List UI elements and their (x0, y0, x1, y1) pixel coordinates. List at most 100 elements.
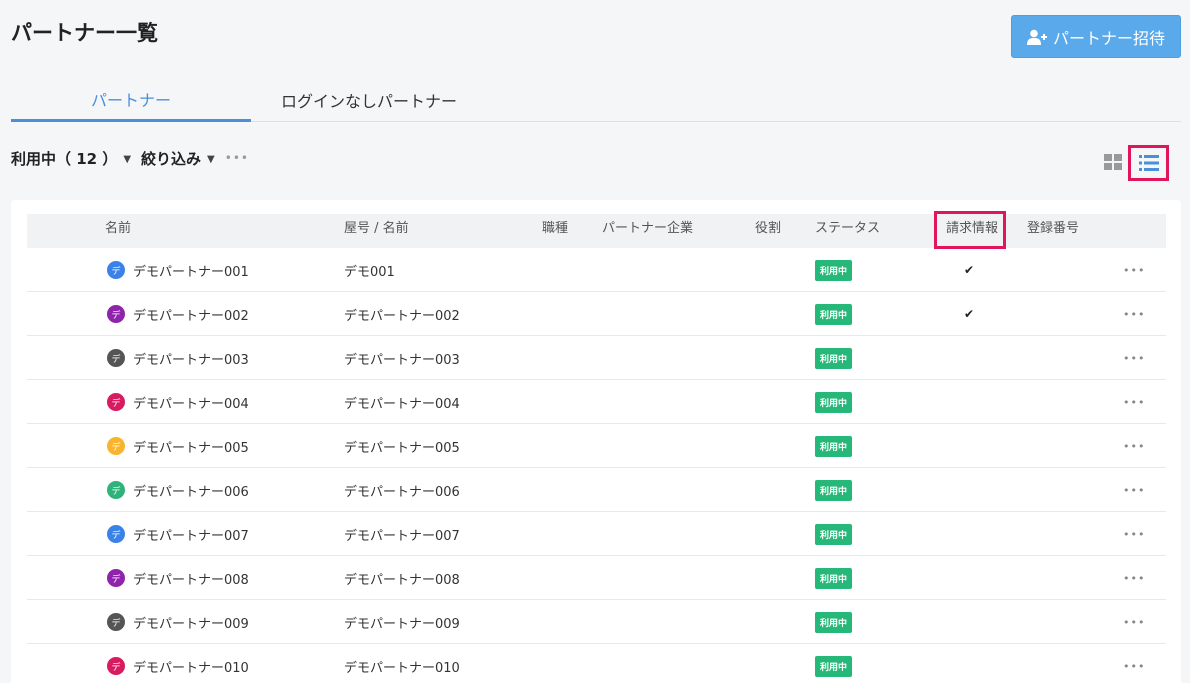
status-cell: 利用中 (815, 292, 853, 336)
more-icon[interactable]: ••• (225, 151, 249, 165)
name-cell: デ デモパートナー008 (107, 556, 249, 600)
trade-name-cell: デモパートナー004 (344, 396, 460, 412)
table-row[interactable]: デ デモパートナー002 デモパートナー002 利用中 ✔ ••• (27, 292, 1166, 336)
column-header-billing[interactable]: 請求情報 (946, 214, 998, 248)
name-cell: デ デモパートナー009 (107, 600, 249, 644)
status-cell: 利用中 (815, 468, 853, 512)
narrow-filter-dropdown[interactable]: 絞り込み ▼ (141, 148, 215, 169)
trade-name-cell: デモパートナー008 (344, 572, 460, 588)
chevron-down-icon: ▼ (123, 153, 132, 165)
row-more-icon[interactable]: ••• (1123, 248, 1145, 292)
table-row[interactable]: デ デモパートナー003 デモパートナー003 利用中 ••• (27, 336, 1166, 380)
avatar: デ (107, 393, 125, 411)
name-cell: デ デモパートナー001 (107, 248, 249, 292)
avatar: デ (107, 569, 125, 587)
column-header-occupation[interactable]: 職種 (542, 214, 568, 248)
filter-bar: 利用中（ 12 ） ▼ 絞り込み ▼ ••• (11, 147, 249, 169)
tab-no-login-partner[interactable]: ログインなしパートナー (258, 78, 480, 122)
status-cell: 利用中 (815, 556, 853, 600)
name-cell: デ デモパートナー003 (107, 336, 249, 380)
status-cell: 利用中 (815, 600, 853, 644)
grid-view-icon[interactable] (1104, 154, 1122, 170)
column-header-trade-name[interactable]: 屋号 / 名前 (344, 214, 409, 248)
table-row[interactable]: デ デモパートナー004 デモパートナー004 利用中 ••• (27, 380, 1166, 424)
trade-name-cell: デモパートナー010 (344, 660, 460, 676)
partner-name[interactable]: デモパートナー005 (133, 437, 249, 456)
trade-name-cell: デモパートナー006 (344, 484, 460, 500)
chevron-down-icon: ▼ (207, 153, 215, 165)
table-header: 名前 屋号 / 名前 職種 パートナー企業 役割 ステータス 請求情報 登録番号 (27, 214, 1166, 248)
row-more-icon[interactable]: ••• (1123, 644, 1145, 683)
status-badge: 利用中 (815, 479, 853, 501)
row-more-icon[interactable]: ••• (1123, 424, 1145, 468)
tab-partner[interactable]: パートナー (11, 78, 251, 122)
status-filter-label: 利用中（ 12 ） (11, 149, 118, 168)
column-header-status[interactable]: ステータス (815, 214, 880, 248)
table-row[interactable]: デ デモパートナー005 デモパートナー005 利用中 ••• (27, 424, 1166, 468)
partner-name[interactable]: デモパートナー009 (133, 613, 249, 632)
row-more-icon[interactable]: ••• (1123, 556, 1145, 600)
status-cell: 利用中 (815, 248, 853, 292)
billing-check-icon: ✔ (964, 307, 975, 321)
status-badge: 利用中 (815, 435, 853, 457)
name-cell: デ デモパートナー006 (107, 468, 249, 512)
table-row[interactable]: デ デモパートナー007 デモパートナー007 利用中 ••• (27, 512, 1166, 556)
status-badge: 利用中 (815, 523, 853, 545)
status-badge: 利用中 (815, 347, 853, 369)
column-header-name[interactable]: 名前 (105, 214, 131, 248)
status-badge: 利用中 (815, 611, 853, 633)
add-user-icon (1026, 29, 1047, 45)
column-header-role[interactable]: 役割 (755, 214, 781, 248)
name-cell: デ デモパートナー002 (107, 292, 249, 336)
list-view-button[interactable] (1128, 145, 1169, 181)
row-more-icon[interactable]: ••• (1123, 512, 1145, 556)
table-row[interactable]: デ デモパートナー009 デモパートナー009 利用中 ••• (27, 600, 1166, 644)
avatar: デ (107, 437, 125, 455)
status-filter-dropdown[interactable]: 利用中（ 12 ） ▼ (11, 148, 131, 169)
status-cell: 利用中 (815, 380, 853, 424)
table-row[interactable]: デ デモパートナー010 デモパートナー010 利用中 ••• (27, 644, 1166, 683)
invite-partner-button[interactable]: パートナー招待 (1011, 15, 1181, 58)
partner-name[interactable]: デモパートナー008 (133, 569, 249, 588)
billing-check-icon: ✔ (964, 263, 975, 277)
trade-name-cell: デモパートナー002 (344, 308, 460, 324)
status-cell: 利用中 (815, 424, 853, 468)
row-more-icon[interactable]: ••• (1123, 336, 1145, 380)
row-more-icon[interactable]: ••• (1123, 468, 1145, 512)
column-header-registration-number[interactable]: 登録番号 (1027, 214, 1079, 248)
status-badge: 利用中 (815, 655, 853, 677)
list-view-icon (1138, 155, 1159, 171)
avatar: デ (107, 525, 125, 543)
partner-name[interactable]: デモパートナー003 (133, 349, 249, 368)
status-cell: 利用中 (815, 336, 853, 380)
row-more-icon[interactable]: ••• (1123, 600, 1145, 644)
row-more-icon[interactable]: ••• (1123, 292, 1145, 336)
row-more-icon[interactable]: ••• (1123, 380, 1145, 424)
name-cell: デ デモパートナー004 (107, 380, 249, 424)
tab-bar: パートナー ログインなしパートナー (11, 78, 1181, 122)
partner-name[interactable]: デモパートナー004 (133, 393, 249, 412)
page-title: パートナー一覧 (11, 21, 158, 45)
avatar: デ (107, 349, 125, 367)
name-cell: デ デモパートナー010 (107, 644, 249, 683)
trade-name-cell: デモパートナー007 (344, 528, 460, 544)
status-badge: 利用中 (815, 303, 853, 325)
partner-name[interactable]: デモパートナー007 (133, 525, 249, 544)
name-cell: デ デモパートナー005 (107, 424, 249, 468)
status-cell: 利用中 (815, 512, 853, 556)
partner-name[interactable]: デモパートナー010 (133, 657, 249, 676)
table-row[interactable]: デ デモパートナー008 デモパートナー008 利用中 ••• (27, 556, 1166, 600)
column-header-partner-company[interactable]: パートナー企業 (602, 214, 693, 248)
partner-name[interactable]: デモパートナー002 (133, 305, 249, 324)
avatar: デ (107, 481, 125, 499)
status-badge: 利用中 (815, 391, 853, 413)
partner-name[interactable]: デモパートナー006 (133, 481, 249, 500)
trade-name-cell: デモパートナー003 (344, 352, 460, 368)
table-row[interactable]: デ デモパートナー001 デモ001 利用中 ✔ ••• (27, 248, 1166, 292)
trade-name-cell: デモパートナー009 (344, 616, 460, 632)
table-row[interactable]: デ デモパートナー006 デモパートナー006 利用中 ••• (27, 468, 1166, 512)
name-cell: デ デモパートナー007 (107, 512, 249, 556)
narrow-filter-label: 絞り込み (141, 149, 202, 168)
avatar: デ (107, 657, 125, 675)
partner-name[interactable]: デモパートナー001 (133, 261, 249, 280)
